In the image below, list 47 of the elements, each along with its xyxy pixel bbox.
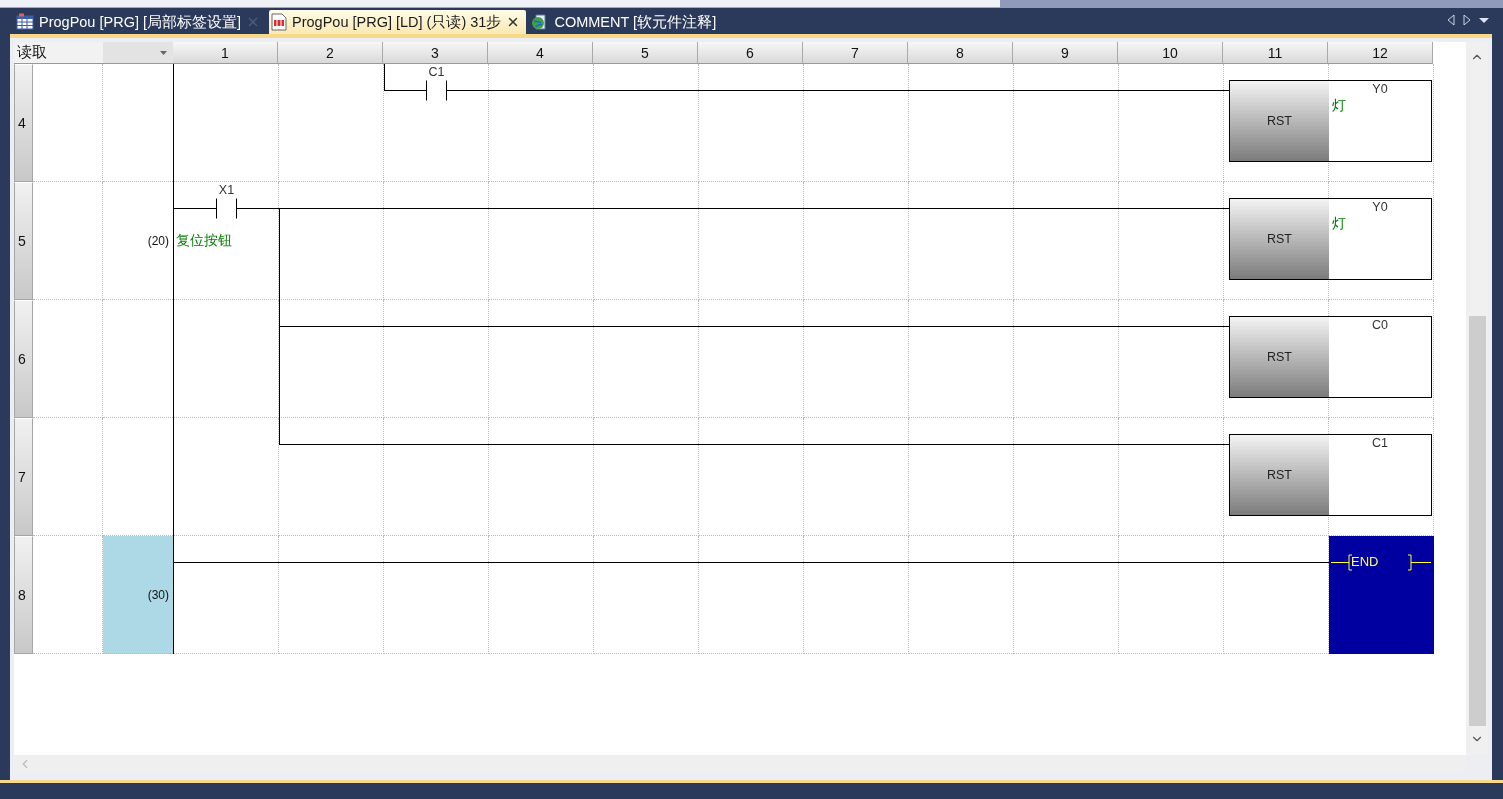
row-number[interactable]: 6	[14, 300, 33, 418]
tab-label: ProgPou [PRG] [局部标签设置]	[39, 12, 242, 32]
row-number[interactable]: 4	[14, 64, 33, 182]
instruction-name: RST	[1230, 317, 1329, 397]
row-number[interactable]: 5	[14, 182, 33, 300]
column-header: 1	[173, 42, 278, 64]
operand-label: Y0	[1371, 82, 1389, 96]
ladder-icon	[271, 13, 288, 31]
column-header: 3	[383, 42, 488, 64]
contact-label: C1	[427, 65, 446, 79]
caret-icon	[160, 50, 167, 55]
scrollbar-thumb[interactable]	[1468, 316, 1486, 726]
column-header: 4	[488, 42, 593, 64]
instruction-name: RST	[1230, 435, 1329, 515]
tab-label: ProgPou [PRG] [LD] (只读) 31步	[292, 12, 502, 32]
column-header: 12	[1328, 42, 1433, 64]
step-number[interactable]: (30)	[103, 536, 173, 654]
column-header: 6	[698, 42, 803, 64]
device-comment: 复位按钮	[176, 232, 232, 250]
mode-dropdown[interactable]: 读取	[14, 42, 173, 64]
device-comment: 灯	[1332, 215, 1346, 233]
end-label: END	[1351, 554, 1379, 569]
column-header: 9	[1013, 42, 1118, 64]
document-tab[interactable]: COMMENT [软元件注释]	[529, 10, 723, 34]
row-number[interactable]: 7	[14, 418, 33, 536]
mode-label: 读取	[17, 43, 47, 62]
document-tab[interactable]: ProgPou [PRG] [局部标签设置]	[14, 10, 267, 34]
scroll-left-icon[interactable]	[1447, 14, 1455, 26]
operand-label: C0	[1371, 318, 1389, 332]
instruction-name: RST	[1230, 199, 1329, 279]
scroll-right-icon[interactable]	[1463, 14, 1471, 26]
operand-label: Y0	[1371, 200, 1389, 214]
column-header: 7	[803, 42, 908, 64]
instruction-name: RST	[1230, 81, 1329, 161]
column-header: 11	[1223, 42, 1328, 64]
contact-label: X1	[217, 183, 236, 197]
row-number[interactable]: 8	[14, 536, 33, 654]
column-header: 10	[1118, 42, 1223, 64]
document-tab[interactable]: ProgPou [PRG] [LD] (只读) 31步	[269, 10, 527, 34]
column-header: 5	[593, 42, 698, 64]
device-comment: 灯	[1332, 97, 1346, 115]
column-header: 2	[278, 42, 383, 64]
table-icon	[16, 13, 34, 31]
operand-label: C1	[1371, 436, 1389, 450]
column-header: 8	[908, 42, 1013, 64]
tab-label: COMMENT [软元件注释]	[554, 12, 717, 32]
vertical-scrollbar[interactable]	[1466, 42, 1488, 755]
